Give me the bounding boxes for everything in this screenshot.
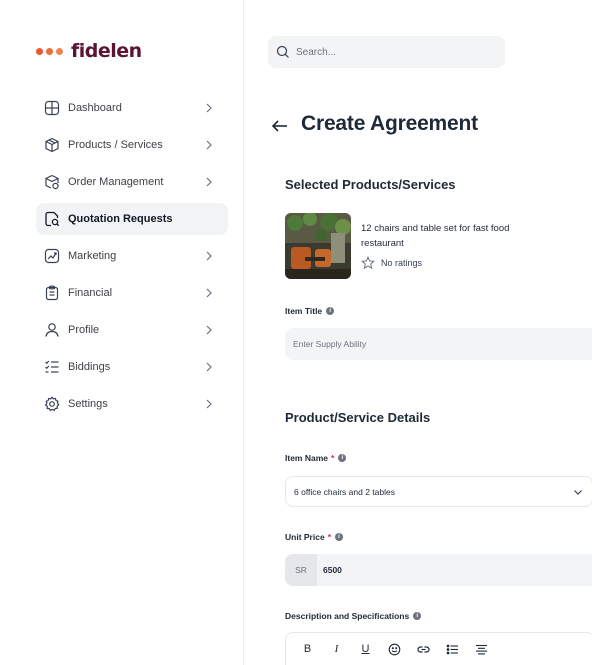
search-icon [276, 45, 289, 58]
unit-price-input[interactable]: SR 6500 [285, 554, 592, 586]
details-heading: Product/Service Details [285, 410, 431, 425]
link-icon [417, 645, 430, 653]
chevron-right-icon [206, 399, 212, 409]
bullet-list-icon [446, 644, 458, 654]
sidebar-nav: Dashboard Products / Services Order Mana… [36, 92, 228, 425]
item-title-input[interactable]: Enter Supply Ability [285, 328, 592, 360]
gear-icon [44, 396, 60, 412]
sidebar-item-biddings[interactable]: Biddings [36, 351, 228, 383]
rating-text: No ratings [381, 258, 423, 268]
item-title-label-text: Item Title [285, 306, 323, 316]
user-icon [44, 322, 60, 338]
chart-icon [44, 248, 60, 264]
italic-button[interactable]: I [325, 642, 348, 656]
required-asterisk: * [331, 453, 335, 463]
currency-prefix: SR [285, 554, 317, 586]
bullet-list-button[interactable] [441, 642, 464, 656]
smiley-icon [388, 643, 401, 655]
sidebar-item-label: Profile [68, 324, 100, 336]
order-icon [44, 174, 60, 190]
description-label: Description and Specifications i [285, 611, 422, 621]
search-bar[interactable] [268, 36, 505, 68]
sidebar-item-quotation-requests[interactable]: Quotation Requests [36, 203, 228, 235]
sidebar-item-marketing[interactable]: Marketing [36, 240, 228, 272]
product-rating: No ratings [361, 256, 541, 270]
sidebar-item-settings[interactable]: Settings [36, 388, 228, 420]
chevron-right-icon [206, 325, 212, 335]
sidebar-item-label: Order Management [68, 176, 164, 188]
description-editor[interactable]: B I U [285, 632, 592, 665]
sidebar-item-label: Marketing [68, 250, 117, 262]
sidebar-item-profile[interactable]: Profile [36, 314, 228, 346]
back-arrow-icon[interactable] [270, 116, 290, 136]
item-name-label: Item Name * i [285, 453, 347, 463]
star-icon [361, 256, 375, 270]
info-icon[interactable]: i [326, 307, 335, 315]
sidebar: fidelen Dashboard Products / Services Or… [0, 0, 244, 665]
logo-dots-icon [36, 47, 63, 55]
sidebar-item-label: Dashboard [68, 102, 122, 114]
selected-product-card[interactable]: 12 chairs and table set for fast food re… [285, 213, 541, 279]
item-name-label-text: Item Name [285, 453, 328, 463]
info-icon[interactable]: i [335, 533, 343, 541]
chevron-right-icon [206, 251, 212, 261]
sidebar-item-dashboard[interactable]: Dashboard [36, 92, 228, 124]
sidebar-item-label: Financial [68, 287, 113, 299]
emoji-button[interactable] [383, 642, 406, 656]
item-title-placeholder: Enter Supply Ability [293, 339, 367, 349]
bold-button[interactable]: B [296, 642, 319, 656]
sidebar-item-label: Settings [68, 398, 108, 410]
underline-button[interactable]: U [354, 642, 377, 656]
item-name-select[interactable]: 6 office chairs and 2 tables [285, 476, 592, 507]
unit-price-label: Unit Price * i [285, 532, 343, 542]
search-input[interactable] [296, 46, 486, 58]
chevron-right-icon [206, 140, 212, 150]
sidebar-item-label: Products / Services [68, 139, 163, 151]
sidebar-item-orders[interactable]: Order Management [36, 166, 228, 198]
unit-price-value: 6500 [323, 565, 342, 575]
description-label-text: Description and Specifications [285, 611, 410, 621]
brand-name: fidelen [71, 40, 142, 62]
chevron-right-icon [206, 103, 212, 113]
product-thumbnail [285, 213, 351, 279]
sidebar-item-label: Quotation Requests [68, 213, 173, 225]
align-center-icon [476, 644, 487, 654]
item-title-label: Item Title i [285, 306, 335, 316]
sidebar-item-label: Biddings [68, 361, 111, 373]
unit-price-label-text: Unit Price [285, 532, 325, 542]
list-icon [44, 359, 60, 375]
chevron-down-icon [574, 490, 582, 495]
page-title: Create Agreement [301, 112, 478, 135]
sidebar-item-financial[interactable]: Financial [36, 277, 228, 309]
link-button[interactable] [412, 642, 435, 656]
product-name: 12 chairs and table set for fast food re… [361, 223, 510, 249]
info-icon[interactable]: i [338, 454, 347, 462]
info-icon[interactable]: i [413, 612, 422, 620]
selected-products-heading: Selected Products/Services [285, 177, 456, 192]
chevron-right-icon [206, 362, 212, 372]
chevron-right-icon [206, 177, 212, 187]
brand-logo[interactable]: fidelen [36, 40, 142, 62]
item-name-value: 6 office chairs and 2 tables [294, 486, 395, 497]
receipt-icon [44, 285, 60, 301]
required-asterisk: * [327, 532, 331, 542]
box-icon [44, 137, 60, 153]
chevron-right-icon [206, 288, 212, 298]
quotation-icon [44, 211, 60, 227]
dashboard-icon [44, 100, 60, 116]
sidebar-item-products[interactable]: Products / Services [36, 129, 228, 161]
align-center-button[interactable] [470, 642, 493, 656]
